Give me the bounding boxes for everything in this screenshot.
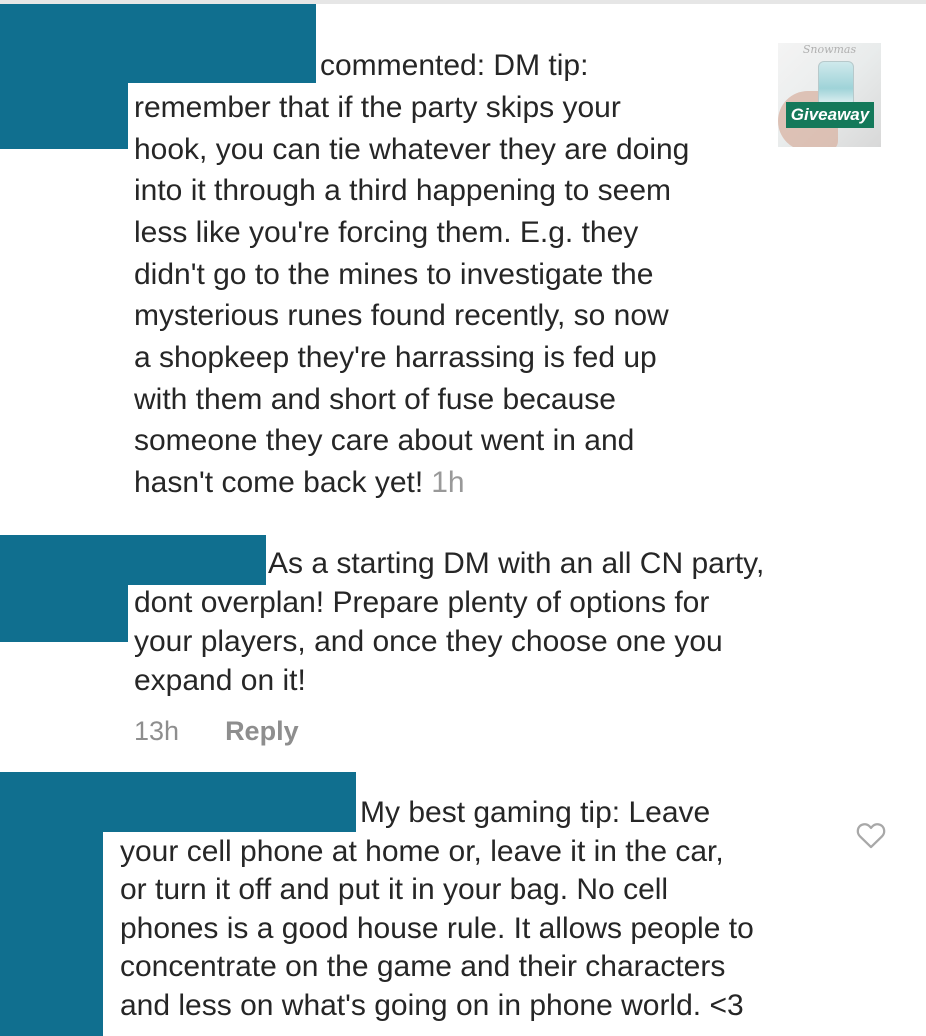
redacted-username [0, 535, 266, 585]
comment-3-line-3: or turn it off and put it in your bag. N… [120, 873, 669, 906]
redacted-username [0, 772, 356, 832]
redacted-avatar [0, 828, 103, 1036]
comment-3-line-2: your cell phone at home or, leave it in … [120, 835, 724, 868]
comment-1-line-3: hook, you can tie whatever they are doin… [134, 133, 690, 166]
post-thumbnail[interactable]: Snowmas Giveaway [778, 43, 881, 147]
reply-button[interactable]: Reply [225, 716, 299, 746]
comment-1-line-11: hasn't come back yet! 1h [134, 462, 465, 504]
comment-2-line-4: expand on it! [134, 664, 306, 697]
comment-1-timestamp: 1h [431, 466, 465, 499]
heart-outline-icon[interactable] [854, 818, 888, 852]
thumbnail-brand: Snowmas [802, 43, 857, 56]
comment-1-line-9: with them and short of fuse because [134, 383, 616, 416]
comment-2-line-1: As a starting DM with an all CN party, [268, 547, 765, 580]
comment-1-line-6: didn't go to the mines to investigate th… [134, 258, 654, 291]
redacted-username [0, 4, 316, 83]
redacted-avatar [0, 80, 128, 149]
comment-1-line-2: remember that if the party skips your [134, 91, 621, 124]
comment-2-line-2: dont overplan! Prepare plenty of options… [134, 586, 710, 619]
comment-1-line-5: less like you're forcing them. E.g. they [134, 216, 639, 249]
comment-2-timestamp: 13h [134, 716, 180, 746]
comment-1-last-text: hasn't come back yet! [134, 466, 424, 499]
comment-1-line-8: a shopkeep they're harrassing is fed up [134, 341, 657, 374]
redacted-avatar [0, 580, 128, 642]
thumbnail-giveaway-label: Giveaway [786, 102, 874, 128]
comment-3-line-1: My best gaming tip: Leave [360, 796, 711, 829]
comment-3-line-5: concentrate on the game and their charac… [120, 950, 726, 983]
comment-3-line-6: and less on what's going on in phone wor… [120, 989, 744, 1022]
comment-2-meta: 13h Reply [134, 716, 299, 747]
comment-3-line-4: phones is a good house rule. It allows p… [120, 912, 754, 945]
comment-2-line-3: your players, and once they choose one y… [134, 625, 723, 658]
comment-1-line-4: into it through a third happening to see… [134, 174, 672, 207]
comment-1-line-1: commented: DM tip: [320, 49, 589, 82]
thumbnail-bottle [818, 61, 854, 107]
comment-1-line-10: someone they care about went in and [134, 424, 635, 457]
comment-1-line-7: mysterious runes found recently, so now [134, 299, 669, 332]
